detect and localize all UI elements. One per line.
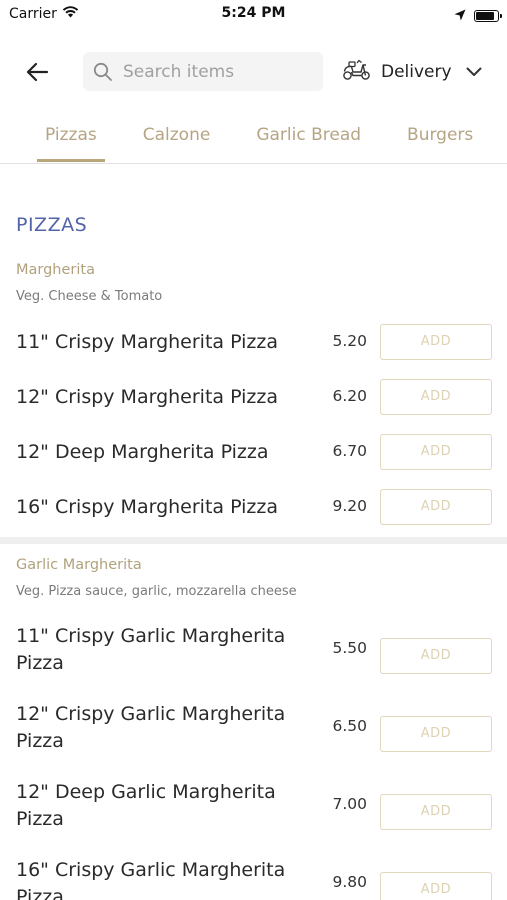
menu-item-name: 11" Crispy Margherita Pizza xyxy=(16,331,278,353)
menu-content: PIZZAS Margherita Veg. Cheese & Tomato 11"… xyxy=(0,164,507,900)
menu-item-name: 12" Crispy Garlic Margherita Pizza xyxy=(16,703,286,752)
add-button[interactable]: ADD xyxy=(380,794,492,830)
tab-burgers[interactable]: Burgers xyxy=(399,115,481,162)
section-title: PIZZAS xyxy=(16,214,88,236)
search-icon xyxy=(93,62,112,81)
menu-item-row: 11" Crispy Garlic Margherita Pizza 5.50 AD… xyxy=(0,621,507,699)
add-button[interactable]: ADD xyxy=(380,324,492,360)
menu-item-name: 11" Crispy Garlic Margherita Pizza xyxy=(16,625,286,674)
menu-item-price: 7.00 xyxy=(332,795,367,813)
menu-item-row: 12" Crispy Margherita Pizza 6.20 ADD xyxy=(0,374,507,429)
search-input[interactable] xyxy=(121,60,315,83)
menu-item-price: 9.20 xyxy=(332,497,367,515)
group-description: Veg. Pizza sauce, garlic, mozzarella che… xyxy=(16,584,297,599)
group-name: Garlic Margherita xyxy=(16,557,142,573)
add-button[interactable]: ADD xyxy=(380,434,492,470)
tabs-row: PizzasCalzoneGarlic BreadBurgersPasta xyxy=(0,115,507,162)
group-description: Veg. Cheese & Tomato xyxy=(16,289,163,304)
menu-item-row: 12" Crispy Garlic Margherita Pizza 6.50 AD… xyxy=(0,699,507,777)
menu-item-row: 12" Deep Margherita Pizza 6.70 ADD xyxy=(0,429,507,484)
add-button[interactable]: ADD xyxy=(380,489,492,525)
tab-garlic-bread[interactable]: Garlic Bread xyxy=(248,115,369,162)
menu-item-price: 6.20 xyxy=(332,387,367,405)
chevron-down-icon xyxy=(466,67,482,76)
add-button[interactable]: ADD xyxy=(380,379,492,415)
menu-item-name: 16" Crispy Garlic Margherita Pizza xyxy=(16,859,286,900)
status-bar: Carrier 5:24 PM xyxy=(0,0,507,30)
menu-item-price: 5.20 xyxy=(332,332,367,350)
back-arrow-icon xyxy=(26,62,49,82)
menu-item-price: 6.70 xyxy=(332,442,367,460)
menu-item-name: 16" Crispy Margherita Pizza xyxy=(16,496,278,518)
menu-item-row: 12" Deep Garlic Margherita Pizza 7.00 ADD xyxy=(0,777,507,855)
status-time: 5:24 PM xyxy=(221,5,286,21)
battery-icon xyxy=(474,9,502,22)
tab-calzone[interactable]: Calzone xyxy=(135,115,219,162)
menu-item-row: 16" Crispy Margherita Pizza 9.20 ADD xyxy=(0,484,507,539)
add-button[interactable]: ADD xyxy=(380,716,492,752)
menu-item-row: 11" Crispy Margherita Pizza 5.20 ADD xyxy=(0,319,507,374)
menu-item-price: 5.50 xyxy=(332,639,367,657)
back-button[interactable] xyxy=(20,55,54,89)
menu-item-name: 12" Deep Garlic Margherita Pizza xyxy=(16,781,276,830)
delivery-selector[interactable]: Delivery xyxy=(342,55,482,89)
menu-item-name: 12" Deep Margherita Pizza xyxy=(16,441,269,463)
menu-item-price: 9.80 xyxy=(332,873,367,891)
category-tabs: PizzasCalzoneGarlic BreadBurgersPasta xyxy=(0,115,507,164)
add-button[interactable]: ADD xyxy=(380,872,492,900)
menu-item-row: 16" Crispy Garlic Margherita Pizza 9.80 AD… xyxy=(0,855,507,900)
group-name: Margherita xyxy=(16,262,95,278)
location-arrow-icon xyxy=(454,6,466,25)
group-divider xyxy=(0,537,507,544)
scooter-icon xyxy=(342,59,372,85)
header: Delivery xyxy=(0,45,507,99)
delivery-label: Delivery xyxy=(381,62,452,82)
status-right xyxy=(454,6,502,25)
tab-pizzas[interactable]: Pizzas xyxy=(37,115,105,162)
add-button[interactable]: ADD xyxy=(380,638,492,674)
menu-item-name: 12" Crispy Margherita Pizza xyxy=(16,386,278,408)
menu-item-price: 6.50 xyxy=(332,717,367,735)
search-box[interactable] xyxy=(83,52,323,91)
